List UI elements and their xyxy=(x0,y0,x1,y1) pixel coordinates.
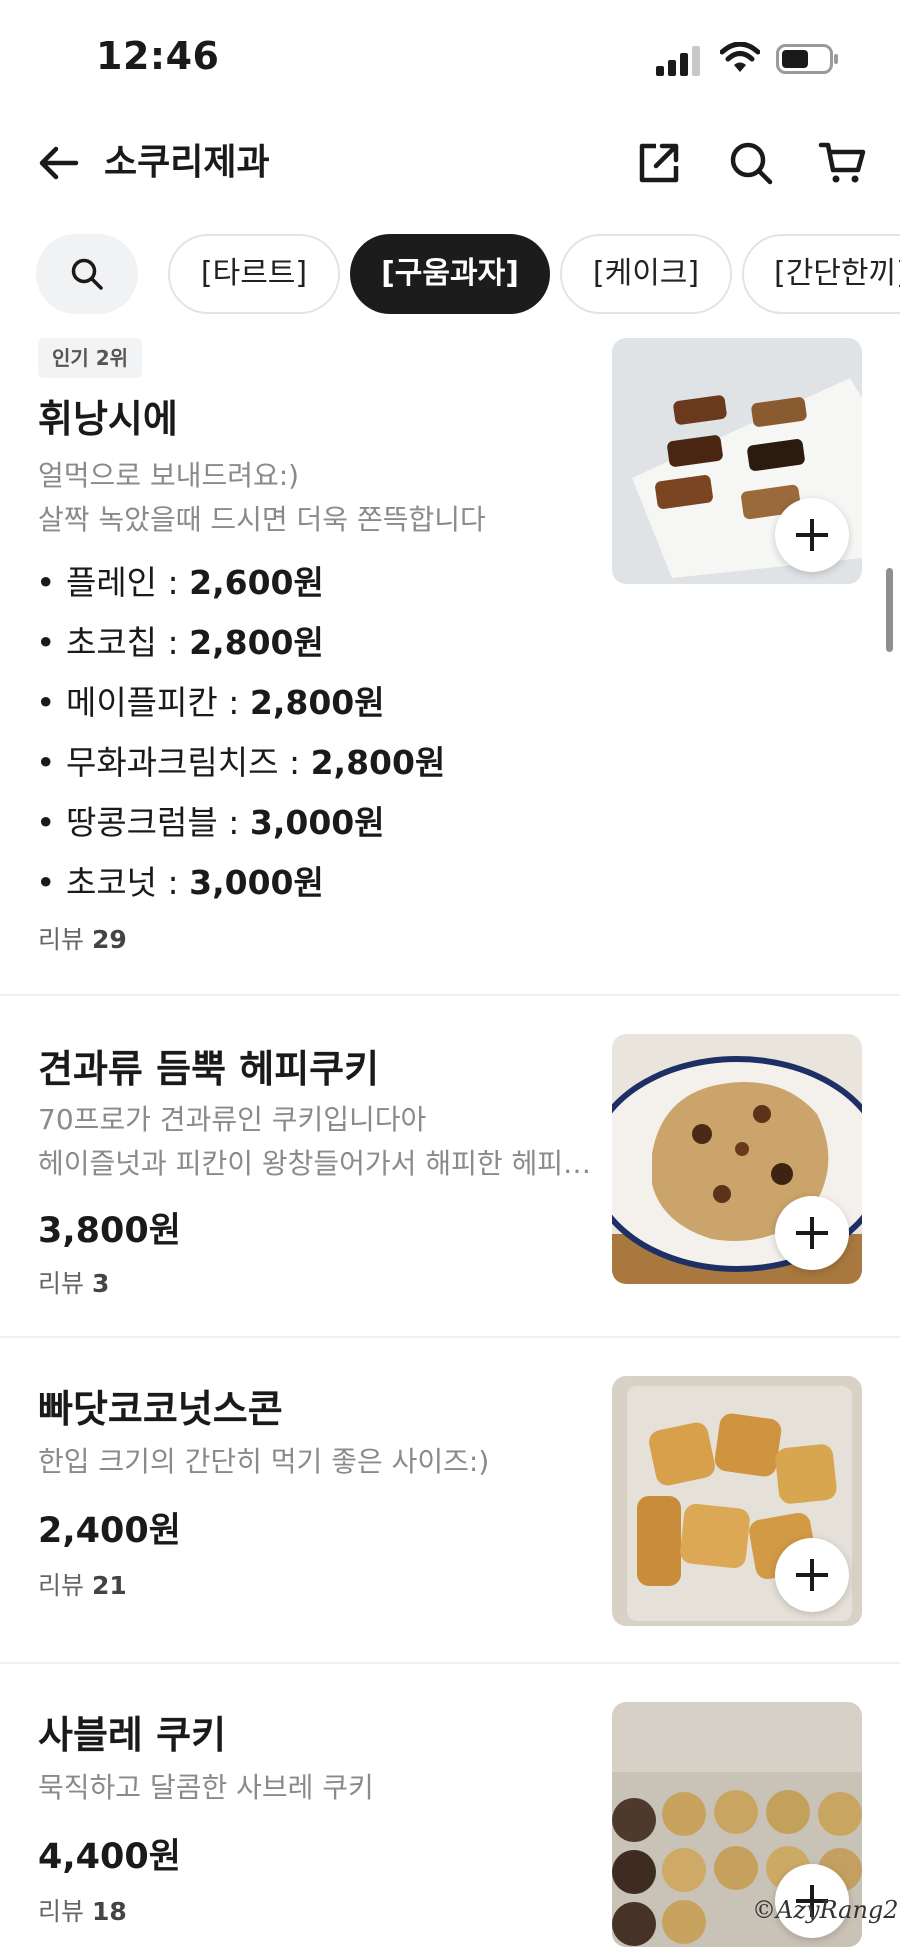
status-bar: 12:46 xyxy=(0,0,900,120)
product-price: 3,800원 xyxy=(38,1211,181,1251)
add-to-cart-button[interactable] xyxy=(775,1538,849,1612)
share-icon[interactable] xyxy=(634,138,684,188)
product-item[interactable]: 빠닷코코넛스콘 한입 크기의 간단히 먹기 좋은 사이즈:) 2,400원 리뷰… xyxy=(0,1338,900,1664)
product-item[interactable]: 인기 2위 휘낭시에 얼먹으로 보내드려요:) 살짝 녹았을때 드시면 더욱 쫀… xyxy=(0,338,900,996)
price-option: • 초코넛 : 3,000원 xyxy=(36,863,324,902)
review-count: 리뷰 3 xyxy=(38,1269,110,1298)
product-name: 견과류 듬뿍 헤피쿠키 xyxy=(38,1047,380,1091)
tab-light-meal[interactable]: [간단한끼] xyxy=(742,234,900,314)
wifi-icon xyxy=(720,42,760,72)
product-description: 얼먹으로 보내드려요:) xyxy=(38,459,300,492)
product-name: 빠닷코코넛스콘 xyxy=(38,1387,283,1431)
add-to-cart-button[interactable] xyxy=(775,1196,849,1270)
search-icon xyxy=(71,258,103,290)
rank-badge: 인기 2위 xyxy=(38,338,143,378)
tab-cake[interactable]: [케이크] xyxy=(560,234,732,314)
review-count: 리뷰 21 xyxy=(38,1571,127,1600)
store-title: 소쿠리제과 xyxy=(104,142,270,183)
price-option: • 땅콩크럼블 : 3,000원 xyxy=(36,803,385,842)
product-description: 살짝 녹았을때 드시면 더욱 쫀뜩합니다 xyxy=(38,503,486,536)
status-time: 12:46 xyxy=(96,34,220,78)
price-option: • 초코칩 : 2,800원 xyxy=(36,623,324,662)
review-count: 리뷰 29 xyxy=(38,925,127,954)
category-search-button[interactable] xyxy=(36,234,138,314)
add-to-cart-button[interactable] xyxy=(775,498,849,572)
category-tabs: [타르트] [구움과자] [케이크] [간단한끼] xyxy=(0,230,900,318)
price-option: • 플레인 : 2,600원 xyxy=(36,563,324,602)
back-arrow-icon[interactable] xyxy=(34,138,84,188)
product-description: 헤이즐넛과 피칸이 왕창들어가서 해피한 헤피쿠키 xyxy=(38,1147,593,1180)
app-header: 소쿠리제과 xyxy=(0,120,900,210)
product-price: 2,400원 xyxy=(38,1511,181,1551)
battery-icon xyxy=(776,44,838,74)
cellular-signal-icon xyxy=(656,46,700,76)
scrollbar-thumb[interactable] xyxy=(886,568,893,652)
product-description: 한입 크기의 간단히 먹기 좋은 사이즈:) xyxy=(38,1445,490,1478)
watermark: ©AzyRang2 xyxy=(752,1896,899,1924)
price-option: • 메이플피칸 : 2,800원 xyxy=(36,683,385,722)
tab-tart[interactable]: [타르트] xyxy=(168,234,340,314)
price-option: • 무화과크림치즈 : 2,800원 xyxy=(36,743,446,782)
tab-baked-goods[interactable]: [구움과자] xyxy=(350,234,550,314)
product-name: 휘낭시에 xyxy=(38,397,178,441)
review-count: 리뷰 18 xyxy=(38,1897,127,1926)
product-price: 4,400원 xyxy=(38,1837,181,1877)
search-icon[interactable] xyxy=(726,138,776,188)
product-name: 사블레 쿠키 xyxy=(38,1713,227,1757)
product-description: 묵직하고 달콤한 사브레 쿠키 xyxy=(38,1771,374,1804)
product-description: 70프로가 견과류인 쿠키입니다아 xyxy=(38,1103,427,1136)
product-item[interactable]: 견과류 듬뿍 헤피쿠키 70프로가 견과류인 쿠키입니다아 헤이즐넛과 피칸이 … xyxy=(0,996,900,1338)
cart-icon[interactable] xyxy=(818,138,868,188)
